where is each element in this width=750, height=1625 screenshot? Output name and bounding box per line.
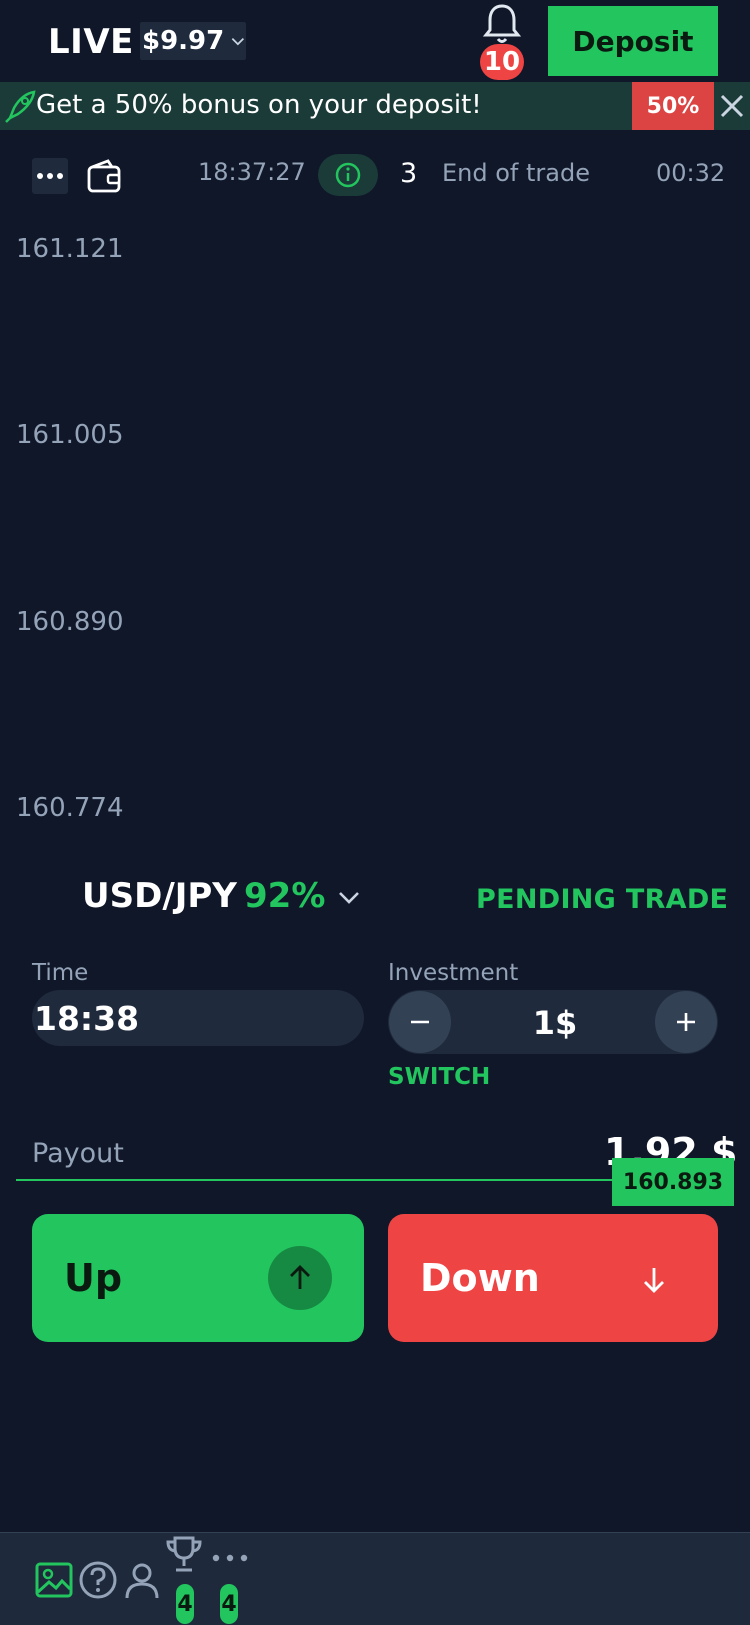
price-axis-label: 161.005: [16, 420, 124, 450]
account-mode-label: LIVE: [48, 22, 134, 62]
more-menu-button[interactable]: [32, 158, 68, 194]
down-button-label: Down: [420, 1256, 540, 1300]
more-dots-icon[interactable]: [210, 1540, 250, 1580]
server-clock: 18:37:27: [198, 158, 306, 186]
end-of-trade-countdown: 00:32: [656, 159, 726, 187]
up-button-label: Up: [64, 1256, 123, 1300]
rocket-icon: [5, 90, 36, 123]
help-icon[interactable]: [78, 1560, 118, 1600]
plus-icon: [677, 1013, 695, 1031]
trade-info-button[interactable]: [318, 154, 378, 196]
payout-label: Payout: [32, 1138, 124, 1169]
minus-icon: [411, 1020, 429, 1024]
arrow-up-icon: [290, 1265, 310, 1289]
image-icon[interactable]: [34, 1560, 74, 1600]
wallet-icon[interactable]: [86, 158, 122, 194]
investment-value[interactable]: 1$: [500, 1004, 610, 1042]
arrow-down-icon: [644, 1268, 664, 1293]
balance-selector[interactable]: $9.97: [140, 22, 246, 60]
price-axis-label: 160.774: [16, 793, 124, 823]
bonus-percent-badge[interactable]: 50%: [632, 82, 714, 130]
more-badge: 4: [220, 1584, 238, 1624]
open-trades-count: 3: [400, 158, 418, 189]
close-icon[interactable]: [718, 92, 746, 120]
end-of-trade-label: End of trade: [442, 159, 590, 187]
price-axis-label: 160.890: [16, 607, 124, 637]
more-dots-icon: [37, 173, 63, 179]
balance-value: $9.97: [142, 26, 225, 56]
price-axis-label: 161.121: [16, 234, 124, 264]
bell-icon[interactable]: [480, 2, 524, 46]
up-arrow-badge: [268, 1246, 332, 1310]
chevron-down-icon: [231, 38, 245, 46]
chevron-down-icon[interactable]: [336, 884, 362, 910]
decrease-investment-button[interactable]: [389, 991, 451, 1053]
deposit-button[interactable]: Deposit: [548, 6, 718, 76]
bonus-banner-text: Get a 50% bonus on your deposit!: [36, 90, 482, 120]
trophy-badge: 4: [176, 1584, 194, 1624]
switch-investment-mode-button[interactable]: SWITCH: [388, 1064, 490, 1090]
time-label: Time: [32, 960, 89, 986]
asset-payout-percent: 92%: [244, 876, 326, 916]
trophy-icon[interactable]: [164, 1534, 204, 1574]
notification-badge: 10: [480, 44, 524, 80]
investment-label: Investment: [388, 960, 519, 986]
current-price-tag: 160.893: [612, 1158, 734, 1206]
asset-pair-name[interactable]: USD/JPY: [82, 876, 237, 916]
pending-trade-link[interactable]: PENDING TRADE: [476, 884, 728, 915]
time-field[interactable]: 18:38: [32, 990, 364, 1046]
time-value: 18:38: [34, 998, 140, 1038]
user-icon[interactable]: [122, 1560, 162, 1600]
info-icon: [335, 162, 361, 188]
current-price-line: [16, 1179, 646, 1181]
increase-investment-button[interactable]: [655, 991, 717, 1053]
